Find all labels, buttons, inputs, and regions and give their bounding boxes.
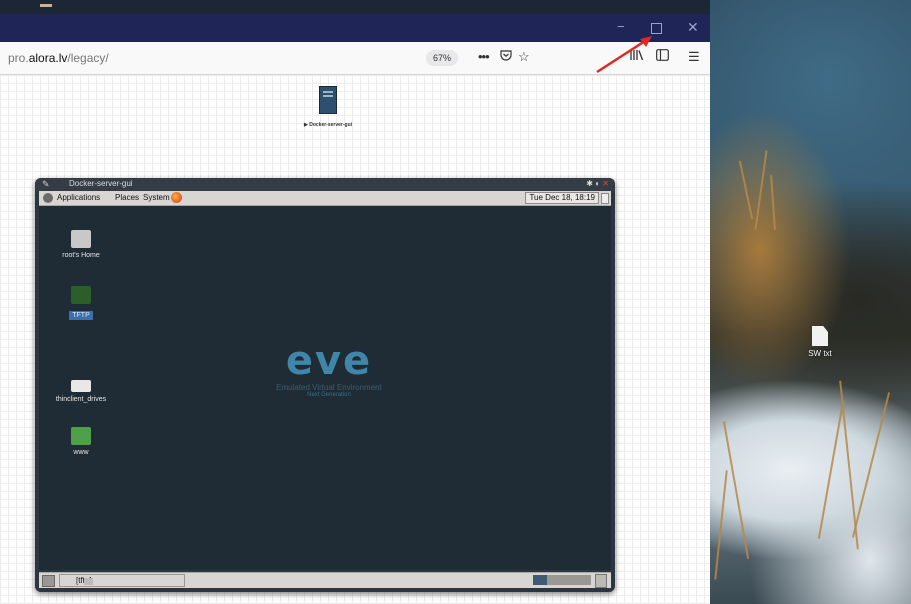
desktop-file-sw-txt[interactable]: SW txt — [800, 326, 840, 358]
address-bar[interactable]: pro.alora.lv/legacy/ — [8, 51, 109, 65]
sidebar-icon[interactable] — [656, 49, 669, 64]
eve-logo: eve Emulated Virtual Environment Next Ge… — [229, 341, 429, 398]
applications-menu[interactable]: Applications — [57, 193, 100, 202]
trash-icon[interactable] — [595, 574, 607, 588]
desktop-icon-tftp[interactable]: TFTP — [49, 286, 113, 322]
remote-window-titlebar[interactable]: ✎ Docker-server-gui ✱ ◐ ✕ — [35, 178, 615, 191]
hamburger-menu-icon[interactable]: ☰ — [688, 49, 700, 65]
desktop-icon-thinclient-drives[interactable]: thinclient_drives — [49, 374, 113, 403]
eve-logo-tagline: Next Generation — [307, 392, 351, 398]
gnome-foot-icon[interactable] — [43, 193, 53, 203]
server-icon — [319, 86, 337, 114]
remote-window-title: Docker-server-gui — [69, 179, 133, 188]
text-file-icon — [812, 326, 828, 346]
browser-tab-strip — [0, 0, 710, 14]
tftp-folder-icon — [71, 286, 91, 304]
eve-logo-word: eve — [285, 338, 373, 384]
url-prefix: pro. — [8, 51, 29, 65]
drive-icon — [71, 380, 91, 392]
url-host: alora.lv — [28, 51, 68, 65]
desktop-icon-label: root's Home — [62, 252, 100, 259]
system-menu[interactable]: System — [143, 193, 170, 202]
browser-titlebar[interactable]: − ✕ — [0, 14, 710, 42]
show-desktop-icon[interactable] — [42, 575, 55, 587]
close-button[interactable]: ✕ — [687, 20, 699, 34]
www-folder-icon — [71, 427, 91, 445]
node-label: ▶ Docker-server-gui — [303, 122, 353, 128]
bookmark-star-icon[interactable]: ☆ — [518, 49, 530, 65]
fullscreen-icon[interactable]: ◐ — [595, 179, 600, 188]
desktop-file-label: SW txt — [808, 349, 832, 358]
edit-icon[interactable]: ✎ — [42, 179, 50, 190]
gnome-top-panel: Applications Places System Tue Dec 18, 1… — [39, 191, 611, 206]
desktop-icon-home[interactable]: root's Home — [49, 230, 113, 259]
desktop-icon-www[interactable]: www — [49, 427, 113, 456]
places-menu[interactable]: Places — [115, 193, 139, 202]
desktop-icon-label: TFTP — [69, 311, 93, 320]
zoom-level-badge[interactable]: 67% — [426, 50, 458, 66]
taskbar-item-tftp[interactable]: [tftp] — [59, 574, 185, 587]
pocket-icon[interactable] — [500, 49, 512, 64]
maximize-button[interactable] — [651, 23, 662, 34]
minimize-button[interactable]: − — [617, 20, 625, 34]
library-icon[interactable] — [630, 49, 644, 64]
folder-icon — [84, 578, 93, 585]
close-icon[interactable]: ✕ — [602, 179, 609, 188]
settings-icon[interactable]: ✱ — [586, 179, 593, 188]
url-path: /legacy/ — [67, 51, 109, 65]
remote-window-controls[interactable]: ✱ ◐ ✕ — [586, 179, 609, 188]
remote-desktop-window: ✎ Docker-server-gui ✱ ◐ ✕ Applications P… — [35, 178, 615, 592]
more-actions-icon[interactable]: ••• — [478, 49, 490, 64]
browser-navbar: pro.alora.lv/legacy/ 67% ••• ☆ ☰ — [0, 42, 710, 75]
topology-node[interactable]: ▶ Docker-server-gui — [293, 86, 363, 128]
desktop-icon-label: www — [73, 449, 89, 456]
firefox-launcher-icon[interactable] — [171, 192, 182, 203]
tab-indicator[interactable] — [40, 4, 52, 7]
home-folder-icon — [71, 230, 91, 248]
gnome-bottom-panel: [tftp] — [39, 572, 611, 588]
eve-logo-subtitle: Emulated Virtual Environment — [276, 383, 382, 392]
workspace-active[interactable] — [533, 575, 547, 585]
workspace-switcher[interactable] — [533, 575, 591, 585]
remote-desktop-area[interactable]: root's Home TFTP thinclient_drives www e… — [39, 206, 611, 570]
desktop-icon-label: thinclient_drives — [55, 396, 107, 403]
panel-handle[interactable] — [601, 193, 609, 204]
panel-clock[interactable]: Tue Dec 18, 18:19 — [525, 192, 599, 204]
